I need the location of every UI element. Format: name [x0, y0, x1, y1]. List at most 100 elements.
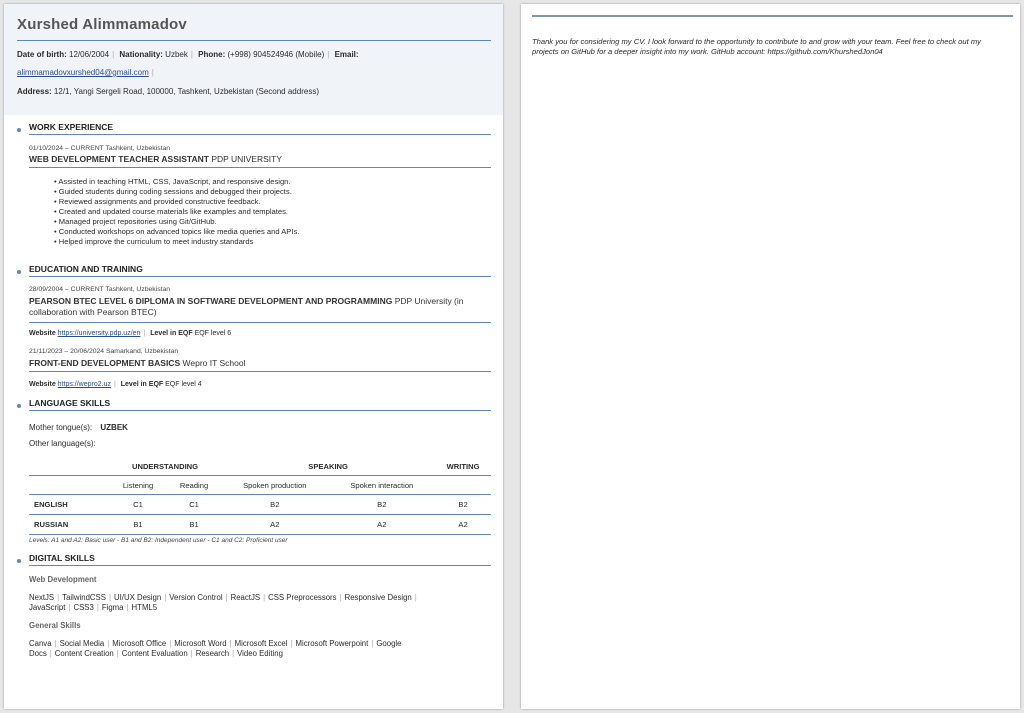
skill-line: Docs | Content Creation | Content Evaluation… — [29, 649, 474, 659]
edu1-date-place: 28/09/2004 – CURRENT Tashkent, Uzbekista… — [29, 286, 171, 293]
skill-item: Microsoft Powerpoint — [295, 639, 369, 648]
table-row: RUSSIAN B1 B1 A2 A2 A2 — [29, 515, 491, 535]
edu1-rule — [29, 322, 491, 323]
table-cell: B2 — [270, 500, 280, 509]
personal-info-line: Date of birth: 12/06/2004 | Nationality: … — [17, 50, 359, 59]
skill-item: Microsoft Excel — [234, 639, 288, 648]
page2-top-rule — [532, 15, 1013, 17]
address-label: Address: — [17, 87, 52, 96]
work-org: PDP UNIVERSITY — [211, 154, 283, 164]
skill-separator: | — [68, 603, 71, 612]
language-heading: LANGUAGE SKILLS — [29, 398, 111, 408]
edu1-meta: Website https://university.pdp.uz/en | Le… — [29, 330, 232, 337]
closing-note: Thank you for considering my CV. I look … — [532, 37, 981, 56]
edu1-website-link[interactable]: https://university.pdp.uz/en — [58, 330, 141, 337]
skill-item: Google — [376, 639, 402, 648]
work-title: WEB DEVELOPMENT TEACHER ASSISTANT — [29, 154, 209, 164]
cv-page-2: Thank you for considering my CV. I look … — [521, 4, 1020, 709]
list-item: Created and updated course materials lik… — [54, 207, 299, 217]
candidate-name: Xurshed Alimmamadov — [17, 16, 187, 33]
skill-separator: | — [190, 649, 193, 658]
skill-separator: | — [54, 639, 57, 648]
skill-separator: | — [232, 649, 235, 658]
list-item: Assisted in teaching HTML, CSS, JavaScri… — [54, 177, 299, 187]
work-date-place: 01/10/2024 – CURRENT Tashkent, Uzbekista… — [29, 145, 171, 152]
skill-item: Docs — [29, 649, 47, 658]
skill-separator: | — [107, 639, 110, 648]
table-cell: B2 — [458, 500, 468, 509]
table-row: UNDERSTANDING SPEAKING WRITING — [29, 457, 491, 476]
subhead-reading: Reading — [179, 480, 209, 490]
general-skills-heading: General Skills — [29, 621, 81, 630]
list-item: Managed project repositories using Git/G… — [54, 217, 299, 227]
edu1-org-cont: collaboration with Pearson BTEC) — [29, 307, 157, 317]
work-rule — [29, 134, 491, 135]
web-dev-skills: NextJS | TailwindCSS | UI/UX Design | Version … — [29, 593, 474, 613]
skill-item: TailwindCSS — [62, 593, 106, 602]
group-speaking: SPEAKING — [308, 461, 348, 471]
table-cell: A2 — [270, 520, 280, 529]
skill-separator: | — [290, 639, 293, 648]
skill-item: Research — [195, 649, 230, 658]
header-rule — [17, 40, 491, 41]
address-value: 12/1, Yangi Sergeli Road, 100000, Tashke… — [53, 87, 319, 96]
subhead-listening: Listening — [122, 480, 154, 490]
skill-item: Version Control — [169, 593, 223, 602]
education-rule — [29, 276, 491, 277]
work-title-line: WEB DEVELOPMENT TEACHER ASSISTANT PDP UN… — [29, 154, 282, 164]
table-cell: B1 — [189, 520, 199, 529]
skill-separator: | — [126, 603, 129, 612]
edu2-title: FRONT-END DEVELOPMENT BASICS — [29, 358, 181, 368]
list-item: Guided students during coding sessions a… — [54, 187, 299, 197]
skill-separator: | — [414, 593, 417, 602]
table-row: ENGLISH C1 C1 B2 B2 B2 — [29, 495, 491, 515]
table-cell: A2 — [377, 520, 387, 529]
mother-tongue-label: Mother tongue(s): — [29, 423, 93, 432]
edu1-org-line2: collaboration with Pearson BTEC) — [29, 307, 157, 317]
skill-line: JavaScript | CSS3 | Figma | HTML5 — [29, 603, 474, 613]
language-table: UNDERSTANDING SPEAKING WRITING Listening… — [29, 457, 491, 535]
skill-item: Microsoft Office — [112, 639, 167, 648]
list-item: Helped improve the curriculum to meet in… — [54, 237, 299, 247]
skill-separator: | — [49, 649, 52, 658]
table-cell: C1 — [133, 500, 143, 509]
skill-item: Responsive Design — [344, 593, 412, 602]
section-bullet-icon — [17, 559, 21, 563]
section-bullet-icon — [17, 270, 21, 274]
phone-label: Phone: — [198, 50, 226, 59]
skill-separator: | — [108, 593, 111, 602]
lang-name: RUSSIAN — [34, 520, 69, 529]
general-skills: Canva | Social Media | Microsoft Office | Micr… — [29, 639, 474, 659]
group-understanding: UNDERSTANDING — [131, 461, 199, 471]
address-line: Address: 12/1, Yangi Sergeli Road, 10000… — [17, 87, 319, 96]
skill-item: HTML5 — [131, 603, 158, 612]
skill-item: NextJS — [29, 593, 55, 602]
skill-item: Video Editing — [237, 649, 283, 658]
dob-label: Date of birth: — [17, 50, 67, 59]
education-heading: EDUCATION AND TRAINING — [29, 264, 143, 274]
skill-item: CSS3 — [73, 603, 94, 612]
skill-item: Content Creation — [54, 649, 114, 658]
skill-item: Canva — [29, 639, 52, 648]
edu2-date-place: 21/11/2023 – 20/06/2024 Samarkand, Uzbek… — [29, 348, 179, 355]
table-row: Listening Reading Spoken production Spok… — [29, 476, 491, 495]
edu1-eqf-label: Level in EQF — [150, 330, 193, 337]
work-title-rule — [29, 167, 491, 168]
edu2-website-link[interactable]: https://wepro2.uz — [58, 381, 111, 388]
dob-value: 12/06/2004 — [69, 50, 110, 59]
levels-note: Levels: A1 and A2: Basic user - B1 and B… — [29, 537, 288, 544]
edu2-eqf-label: Level in EQF — [120, 381, 164, 388]
digital-heading: DIGITAL SKILLS — [29, 553, 95, 563]
email-line: alimmamadovxurshed04@gmail.com | — [17, 68, 154, 77]
mother-tongue-line: Mother tongue(s): UZBEK — [29, 423, 128, 432]
skill-line: Canva | Social Media | Microsoft Office | Micr… — [29, 639, 474, 649]
edu1-org: PDP University (in — [394, 296, 464, 306]
phone-value: (+998) 904524946 (Mobile) — [227, 50, 325, 59]
email-link[interactable]: alimmamadovxurshed04@gmail.com — [17, 68, 149, 77]
section-bullet-icon — [17, 128, 21, 132]
table-cell: C1 — [189, 500, 199, 509]
group-writing: WRITING — [446, 461, 480, 471]
skill-separator: | — [57, 593, 60, 602]
skill-separator: | — [339, 593, 342, 602]
skill-item: Microsoft Word — [174, 639, 227, 648]
